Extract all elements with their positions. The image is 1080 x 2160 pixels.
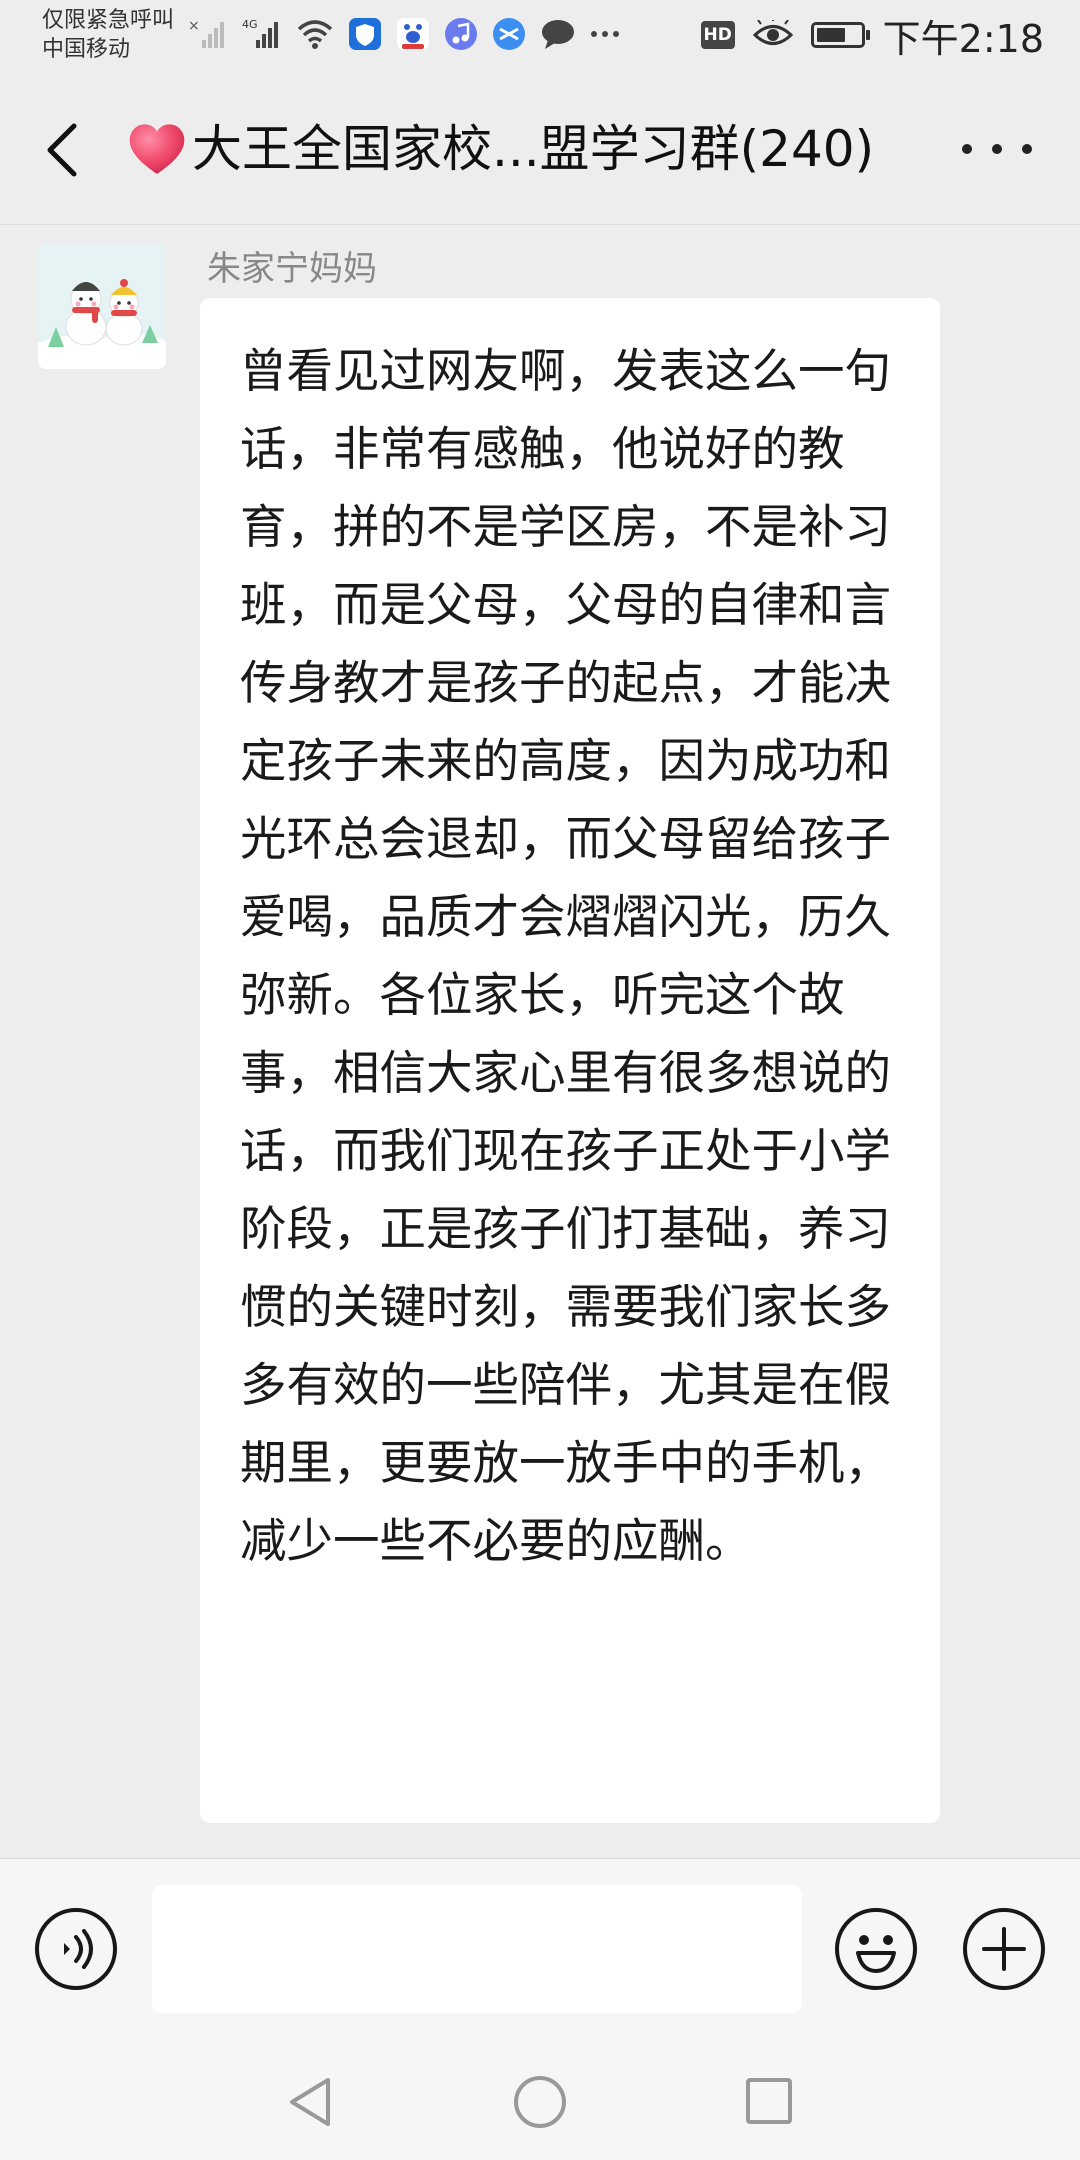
plus-icon bbox=[963, 1908, 1045, 1990]
voice-icon bbox=[35, 1908, 117, 1990]
more-dot-icon bbox=[1022, 144, 1032, 154]
chevron-left-icon bbox=[47, 123, 77, 177]
message-text: 曾看见过网友啊，发表这么一句话，非常有感触，他说好的教育，拼的不是学区房，不是补… bbox=[240, 344, 891, 1568]
square-recent-icon bbox=[746, 2078, 792, 2124]
nav-back-button[interactable] bbox=[284, 2074, 336, 2130]
message-icon bbox=[542, 20, 574, 49]
more-dot-icon bbox=[962, 144, 972, 154]
back-button[interactable] bbox=[30, 114, 94, 186]
status-right: HD 下午2:18 bbox=[700, 10, 1044, 61]
chat-title-area: 大王全国家校...盟学习群(240) bbox=[126, 110, 926, 188]
baidu-app-icon bbox=[397, 18, 429, 50]
status-icons: × 4G bbox=[188, 14, 620, 54]
eye-comfort-icon bbox=[752, 20, 793, 45]
smiley-icon bbox=[835, 1908, 917, 1990]
emergency-call-text: 仅限紧急呼叫 bbox=[42, 8, 175, 33]
music-app-icon bbox=[445, 18, 477, 50]
circle-home-icon bbox=[514, 2076, 566, 2128]
heart-icon bbox=[129, 124, 185, 174]
nav-recent-button[interactable] bbox=[744, 2076, 794, 2126]
svg-text:×: × bbox=[188, 18, 200, 34]
chat-header: 大王全国家校...盟学习群(240) bbox=[0, 70, 1080, 225]
signal-x-icon: × bbox=[188, 18, 224, 48]
carrier-info: 仅限紧急呼叫 中国移动 bbox=[42, 6, 174, 64]
svg-text:4G: 4G bbox=[242, 18, 258, 31]
triangle-back-icon bbox=[290, 2078, 330, 2126]
hd-badge: HD bbox=[700, 21, 735, 49]
input-bar bbox=[0, 1858, 1080, 2046]
more-options-button[interactable] bbox=[962, 124, 1032, 174]
nav-home-button[interactable] bbox=[512, 2074, 568, 2130]
more-dot-icon bbox=[992, 144, 1002, 154]
more-functions-button[interactable] bbox=[962, 1907, 1046, 1991]
message-bubble[interactable]: 曾看见过网友啊，发表这么一句话，非常有感触，他说好的教育，拼的不是学区房，不是补… bbox=[200, 298, 940, 1823]
message-input[interactable] bbox=[152, 1885, 802, 2013]
shield-app-icon bbox=[349, 18, 381, 50]
wifi-icon bbox=[297, 20, 333, 49]
system-nav-bar bbox=[0, 2046, 1080, 2160]
sender-name: 朱家宁妈妈 bbox=[207, 249, 377, 289]
carrier-name: 中国移动 bbox=[42, 37, 131, 62]
snowman-avatar-image bbox=[38, 243, 166, 369]
sender-avatar[interactable] bbox=[38, 243, 166, 369]
browser-app-icon bbox=[493, 18, 525, 50]
battery-icon bbox=[810, 22, 870, 48]
status-time: 下午2:18 bbox=[882, 16, 1044, 61]
status-bar: 仅限紧急呼叫 中国移动 × 4G HD 下午2:18 bbox=[0, 0, 1080, 70]
signal-4g-icon: 4G bbox=[242, 18, 278, 48]
voice-input-button[interactable] bbox=[34, 1907, 118, 1991]
emoji-button[interactable] bbox=[834, 1907, 918, 1991]
chat-title: 大王全国家校...盟学习群(240) bbox=[192, 120, 875, 178]
more-notifications-icon bbox=[591, 31, 619, 37]
